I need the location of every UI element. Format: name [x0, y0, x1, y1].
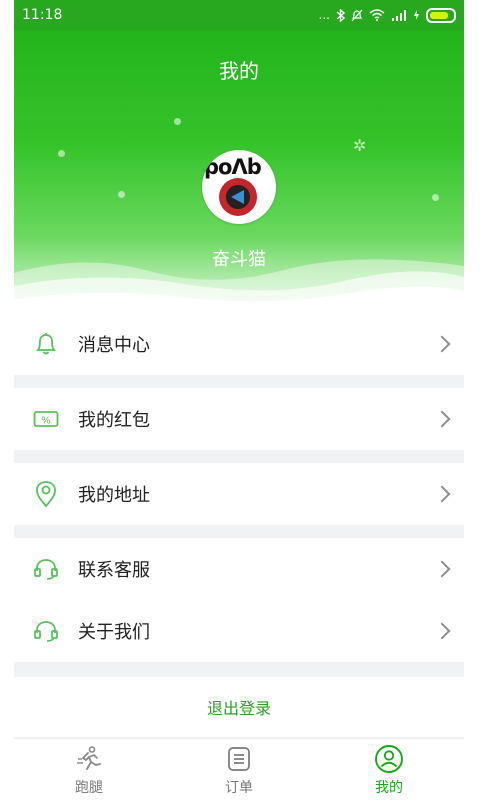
- status-icons: ...: [318, 7, 456, 23]
- logout-button[interactable]: 退出登录: [14, 677, 464, 737]
- right-side-strip: [464, 0, 480, 800]
- signal-icon: [392, 10, 406, 21]
- charging-icon: [414, 10, 419, 20]
- address-card: 我的地址: [14, 463, 464, 525]
- notification-card: 消息中心: [14, 313, 464, 375]
- tab-orders[interactable]: 订单: [164, 739, 314, 800]
- svg-text:%: %: [41, 416, 51, 427]
- notification-center-item[interactable]: 消息中心: [14, 313, 464, 375]
- headset-icon: [32, 555, 60, 583]
- page-title: 我的: [219, 59, 259, 83]
- phone-screen: 11:18 ... 我的 ✲ pοΛb 奋斗猫 消息中心 % 我的红包 我的地址…: [14, 0, 464, 800]
- order-list-icon: [225, 743, 253, 775]
- runner-icon: [75, 743, 103, 775]
- contact-support-item[interactable]: 联系客服: [14, 538, 464, 600]
- tab-orders-label: 订单: [225, 780, 253, 796]
- location-icon: [32, 480, 60, 508]
- bluetooth-icon: [336, 8, 345, 22]
- decorative-dot: [174, 118, 181, 125]
- red-packets-label: 我的红包: [78, 410, 150, 431]
- chevron-right-icon: [433, 560, 451, 578]
- more-indicator: ...: [318, 8, 330, 22]
- chevron-right-icon: [433, 335, 451, 353]
- decorative-dot: [58, 150, 65, 157]
- chevron-right-icon: [433, 410, 451, 428]
- left-side-strip: [0, 0, 14, 800]
- tab-mine-label: 我的: [375, 780, 403, 796]
- decorative-dot: [432, 194, 439, 201]
- bell-icon: [32, 330, 60, 358]
- contact-support-label: 联系客服: [78, 560, 150, 581]
- status-bar: 11:18 ...: [14, 0, 464, 30]
- tab-errand-label: 跑腿: [75, 780, 103, 796]
- about-us-label: 关于我们: [78, 622, 150, 643]
- notification-center-label: 消息中心: [78, 335, 150, 356]
- profile-header: 我的 ✲ pοΛb 奋斗猫: [14, 30, 464, 315]
- avatar[interactable]: pοΛb: [202, 150, 276, 224]
- user-icon: [374, 743, 404, 775]
- battery-icon: [426, 7, 456, 23]
- tab-mine[interactable]: 我的: [314, 739, 464, 800]
- chevron-right-icon: [433, 622, 451, 640]
- avatar-logo: [219, 178, 257, 216]
- wifi-icon: [369, 9, 385, 21]
- tab-errand[interactable]: 跑腿: [14, 739, 164, 800]
- support-card: 联系客服 关于我们: [14, 538, 464, 662]
- headset-icon: [32, 617, 60, 645]
- about-us-item[interactable]: 关于我们: [14, 600, 464, 662]
- status-time: 11:18: [22, 7, 63, 23]
- avatar-text: pοΛb: [204, 155, 262, 179]
- red-packets-item[interactable]: % 我的红包: [14, 388, 464, 450]
- address-label: 我的地址: [78, 485, 150, 506]
- decorative-dot: [118, 191, 125, 198]
- red-packet-card: % 我的红包: [14, 388, 464, 450]
- mute-icon: [351, 9, 363, 21]
- decorative-wave: [14, 259, 464, 315]
- bottom-tab-bar: 跑腿 订单 我的: [14, 738, 464, 800]
- snowflake-icon: ✲: [353, 136, 367, 155]
- chevron-right-icon: [433, 485, 451, 503]
- coupon-icon: %: [32, 405, 60, 433]
- address-item[interactable]: 我的地址: [14, 463, 464, 525]
